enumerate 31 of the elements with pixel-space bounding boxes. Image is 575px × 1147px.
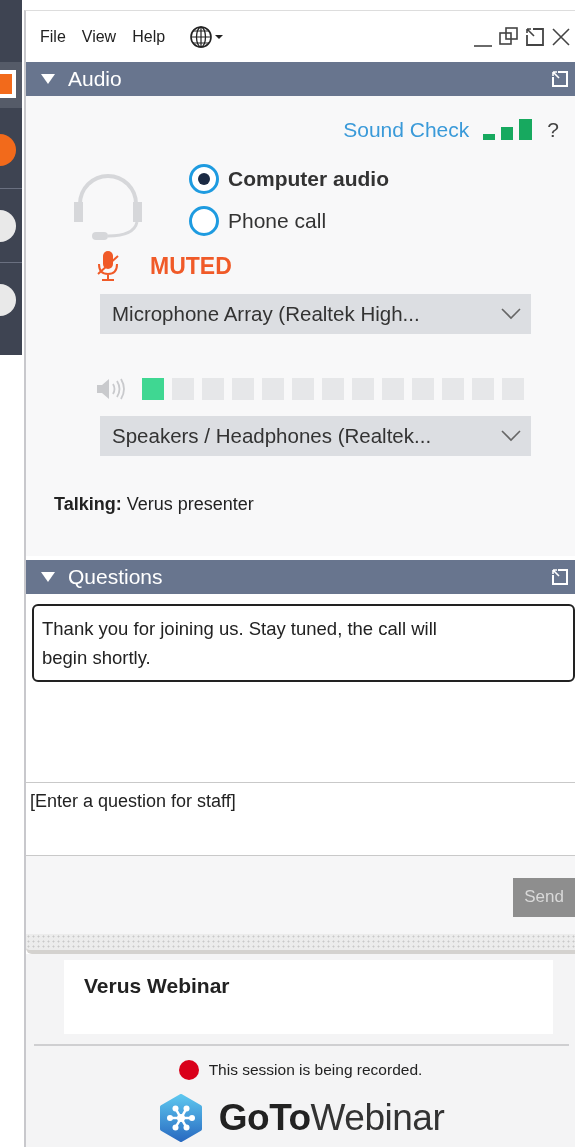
recording-notice: This session is being recorded. — [208, 1061, 423, 1080]
question-input-field[interactable]: [Enter a question for staff] — [26, 782, 575, 857]
menu-item[interactable]: File — [40, 27, 66, 46]
mute-status: MUTED — [150, 252, 232, 280]
muted-microphone-icon[interactable] — [96, 250, 120, 283]
menu-item[interactable]: Help — [132, 27, 166, 46]
section-title: Questions — [68, 565, 164, 590]
section-title: Audio — [68, 67, 123, 92]
webinar-title: Verus Webinar — [64, 960, 553, 1035]
speaker-dropdown[interactable]: Speakers / Headphones (Realtek... — [100, 416, 531, 457]
popout-icon[interactable] — [525, 26, 545, 47]
microphone-dropdown[interactable]: Microphone Array (Realtek High... — [100, 294, 531, 335]
language-menu-icon[interactable] — [189, 24, 226, 49]
message-bubble: Thank you for joining us. Stay tuned, the call will begin shortly. — [32, 604, 575, 683]
signal-bars-icon — [483, 119, 534, 142]
chevron-down-icon — [501, 308, 521, 321]
help-button[interactable]: ? — [547, 118, 559, 143]
restore-icon[interactable] — [499, 26, 519, 47]
radio-button[interactable] — [188, 163, 220, 196]
collapse-triangle-icon[interactable] — [40, 571, 56, 584]
speaker-icon — [96, 377, 128, 402]
recording-dot-icon — [178, 1060, 199, 1081]
menu-item[interactable]: View — [81, 27, 117, 46]
radio-button[interactable] — [188, 205, 220, 238]
radio-option[interactable]: Computer audio — [188, 160, 389, 199]
talking-status: Talking: Verus presenter — [54, 494, 255, 516]
close-icon[interactable] — [551, 26, 571, 47]
product-logo-text: GoToWebinar — [218, 1097, 445, 1140]
collapse-triangle-icon[interactable] — [40, 73, 56, 86]
radio-option[interactable]: Phone call — [188, 202, 389, 241]
chevron-down-icon — [501, 430, 521, 443]
